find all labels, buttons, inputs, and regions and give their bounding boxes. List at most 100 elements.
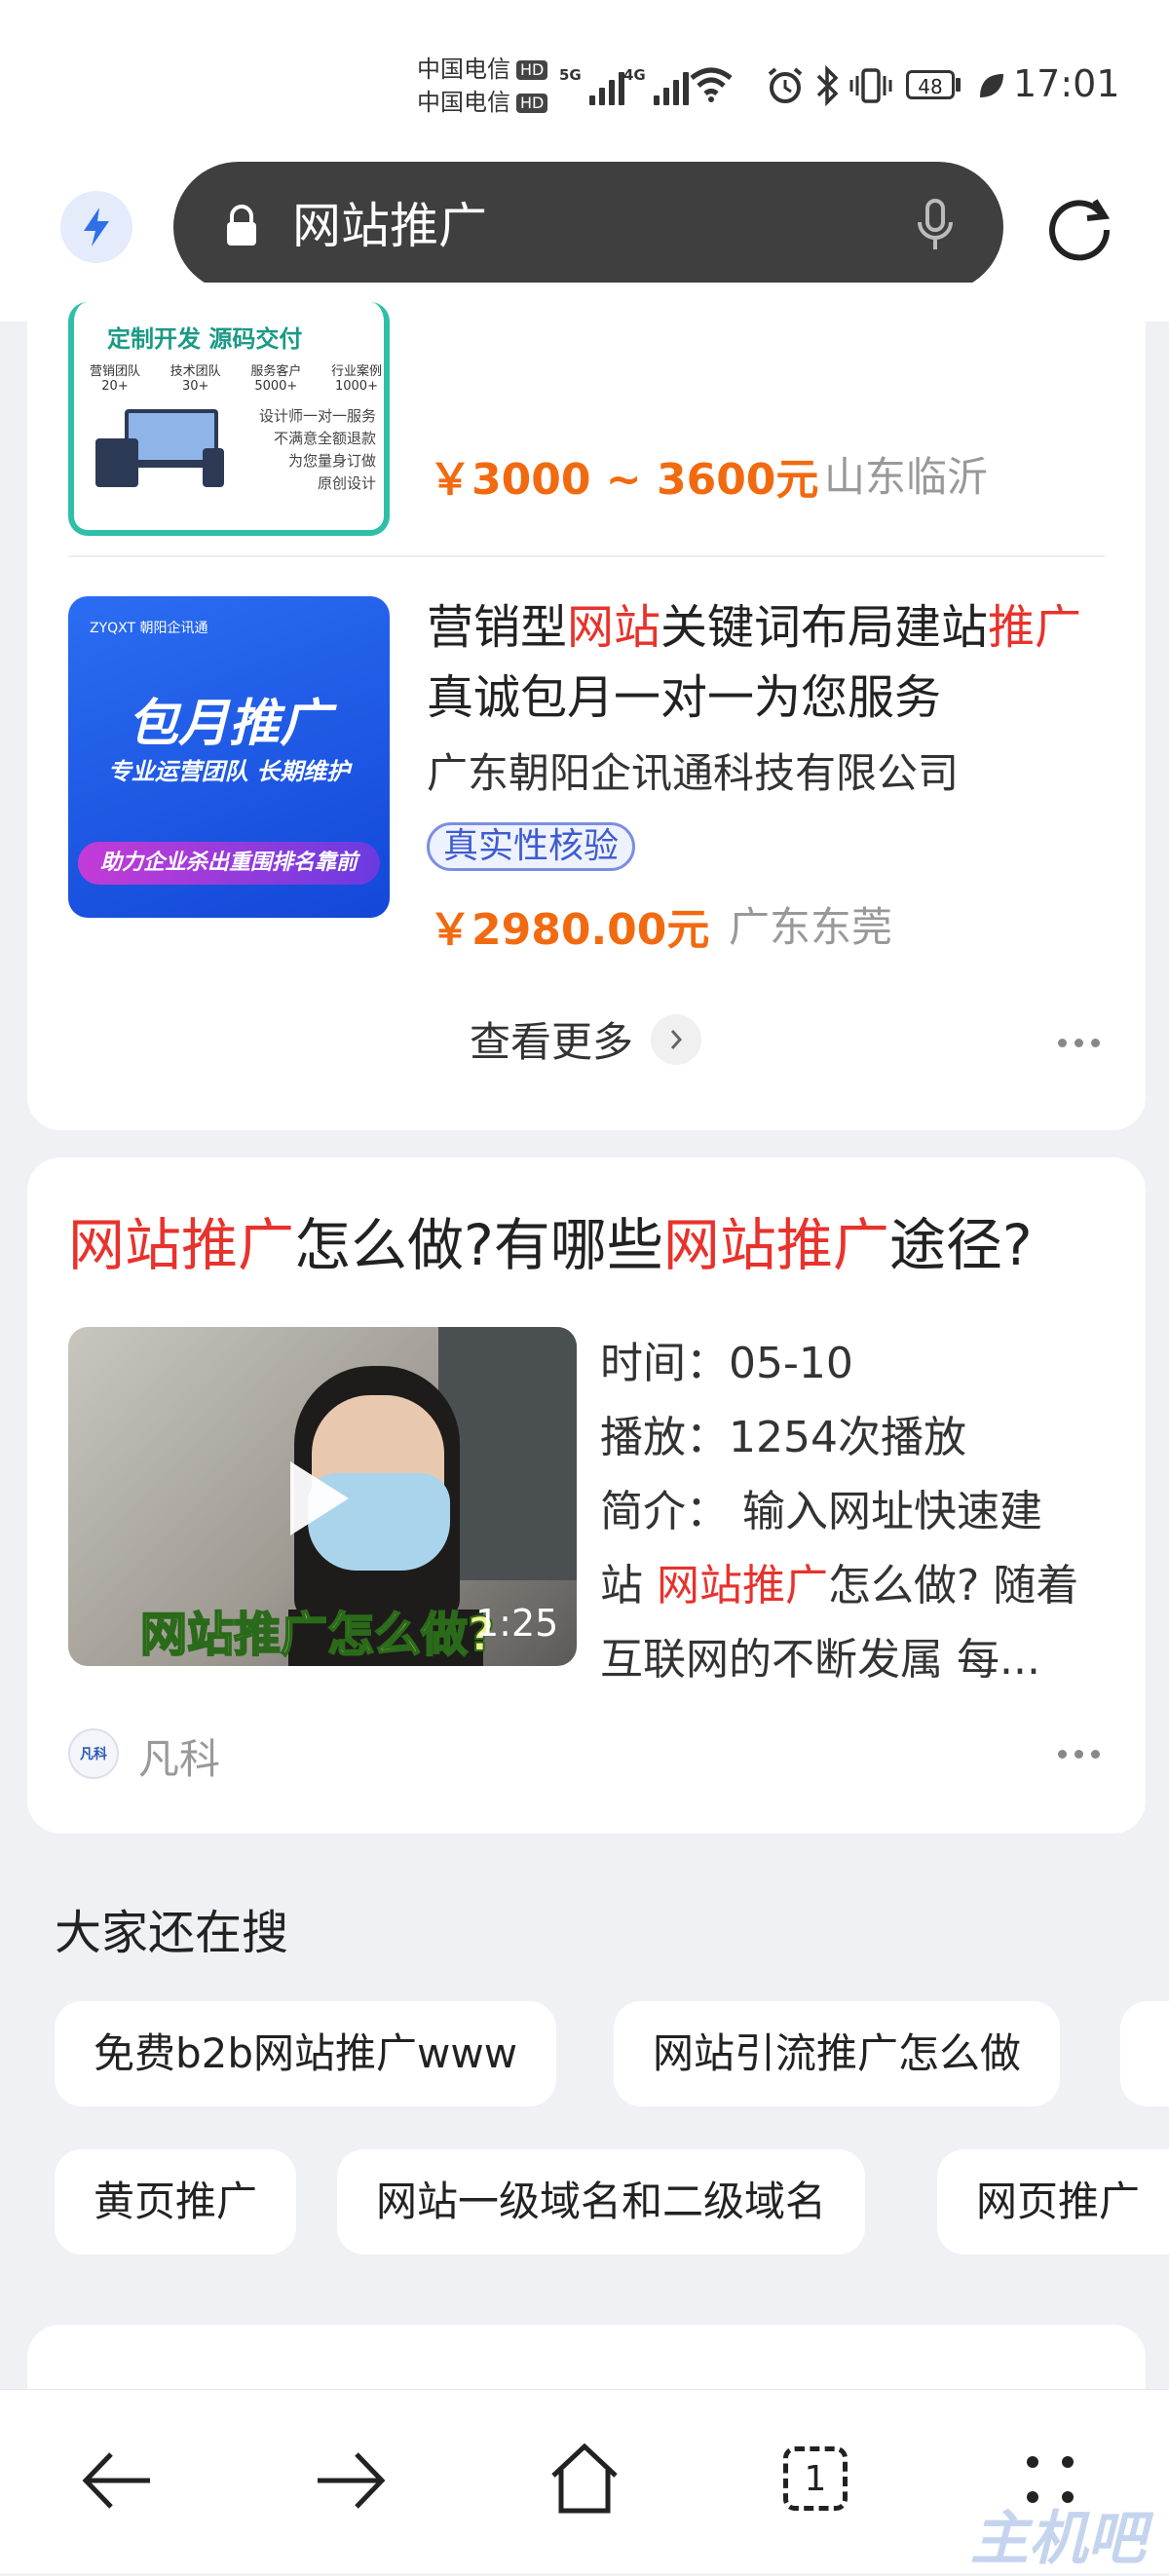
product2-title[interactable]: 营销型网站关键词布局建站推广 真诚包月一对一为您服务 (427, 592, 1128, 733)
watermark: 主机吧 (970, 2505, 1146, 2573)
battery-icon: 48 (906, 70, 955, 99)
intro-text: 简介： 输入网址快速建 (600, 1487, 1042, 1536)
see-more-link[interactable]: 查看更多 (470, 1009, 702, 1069)
bullet: 原创设计 (317, 474, 376, 492)
related-search-item[interactable]: 黄页推广 (55, 2149, 297, 2254)
related-heading: 大家还在搜 (55, 1906, 289, 1960)
product2-image-brand: ZYQXT 朝阳企讯通 (90, 621, 208, 636)
hd-badge-1: HD (516, 60, 548, 80)
product2-company: 广东朝阳企讯通科技有限公司 (427, 749, 960, 797)
tabs-count: 1 (804, 2458, 827, 2499)
search-bar[interactable]: 网站推广 (173, 162, 1003, 292)
video-intro-line: 简介： 输入网址快速建 (600, 1475, 1126, 1549)
tabs-icon[interactable]: 1 (783, 2446, 848, 2511)
net-type-1: 5G (559, 66, 582, 84)
title-text: 怎么做?有哪些 (294, 1212, 663, 1278)
more-options-icon[interactable] (1058, 1039, 1100, 1047)
intro-text: 怎么做? 随着 (828, 1561, 1079, 1610)
video-result-card: 网站推广怎么做?有哪些网站推广途径? 网站推广怎么做? 1:25 时间：05-1… (27, 1157, 1146, 1834)
title-highlight: 网站 (567, 600, 661, 655)
bullet: 设计师一对一服务 (258, 407, 376, 425)
carrier-2: 中国电信 (417, 89, 510, 116)
product2-image-big: 包月推广 (127, 695, 330, 753)
video-title[interactable]: 网站推广怎么做?有哪些网站推广途径? (68, 1210, 1033, 1280)
carrier-1: 中国电信 (417, 56, 510, 83)
hd-badge-2: HD (516, 94, 548, 113)
product1-price: ￥3000 ~ 3600元 (429, 455, 819, 505)
related-search-item[interactable]: 网页推广 (937, 2149, 1169, 2254)
product2-image-sub: 专业运营团队 长期维护 (107, 758, 351, 785)
stat-label: 行业案例 (330, 364, 382, 379)
signal-4g-icon: 4G (623, 66, 689, 105)
back-arrow-icon[interactable] (80, 2448, 154, 2513)
product1-image-bullets: 设计师一对一服务 不满意全额退款 为您量身订做 原创设计 (249, 405, 376, 495)
signal-5g-icon: 5G (559, 66, 624, 105)
bullet: 为您量身订做 (287, 452, 376, 470)
video-intro-line: 站 网站推广怎么做? 随着 (600, 1549, 1126, 1623)
net-type-2: 4G (623, 66, 646, 84)
devices-illustration (95, 409, 242, 493)
product1-image[interactable]: 定制开发 源码交付 营销团队 20+ 技术团队 30+ 服务客户 5000+ 行业案例… (68, 302, 390, 536)
title-text: 途径? (888, 1212, 1033, 1278)
product2-location: 广东东莞 (729, 903, 893, 951)
product2-price: ￥2980.00元 (429, 905, 710, 955)
wifi-icon (690, 67, 733, 102)
product1-image-heading: 定制开发 源码交付 (107, 325, 303, 353)
video-source[interactable]: 凡科 (138, 1726, 220, 1786)
related-search-item[interactable]: 免费b2b网站推广www (55, 2001, 557, 2106)
battery-tip (956, 78, 961, 92)
title-text: 真诚包月一对一为您服务 (427, 670, 942, 725)
stat-value: 5000+ (254, 379, 298, 394)
verified-tag: 真实性核验 (427, 822, 636, 871)
product1-location: 山东临沂 (824, 453, 989, 501)
bullet: 不满意全额退款 (273, 430, 376, 447)
clock: 17:01 (1013, 62, 1120, 105)
stat-value: 20+ (101, 379, 129, 394)
video-thumbnail[interactable]: 网站推广怎么做? 1:25 (68, 1327, 577, 1666)
lock-icon (227, 205, 256, 246)
divider (68, 555, 1105, 557)
related-search-item-partial[interactable] (1120, 2001, 1169, 2106)
source-logo: 凡科 (68, 1728, 119, 1779)
product1-image-stats: 营销团队 20+ 技术团队 30+ 服务客户 5000+ 行业案例 1000+ (90, 360, 382, 394)
play-icon[interactable] (290, 1461, 349, 1535)
title-highlight: 推广 (988, 600, 1082, 655)
forward-arrow-icon[interactable] (314, 2448, 388, 2513)
status-bar: 中国电信 HD 中国电信 HD 5G 4G 48 17:01 (0, 0, 1169, 166)
alarm-icon (768, 67, 803, 103)
more-options-icon[interactable] (1058, 1750, 1100, 1759)
title-text: 营销型 (427, 600, 568, 655)
refresh-icon[interactable] (1042, 191, 1116, 265)
see-more-label: 查看更多 (470, 1018, 634, 1066)
vibrate-icon (849, 68, 892, 103)
thumb-caption: 网站推广怎么做? (139, 1607, 496, 1663)
stat-label: 技术团队 (170, 364, 221, 379)
related-search-item[interactable]: 网站一级域名和二级域名 (337, 2149, 866, 2254)
product-results-card: 定制开发 源码交付 营销团队 20+ 技术团队 30+ 服务客户 5000+ 行业案例… (27, 283, 1146, 1130)
chevron-right-icon (651, 1013, 702, 1065)
title-text: 关键词布局建站 (660, 600, 989, 655)
title-highlight: 网站推广 (662, 1212, 889, 1278)
intro-text: 互联网的不断发属 每... (600, 1635, 1040, 1685)
mic-icon[interactable] (916, 199, 955, 253)
carrier-info: 中国电信 HD 中国电信 HD (417, 53, 548, 119)
title-highlight: 网站推广 (68, 1212, 295, 1278)
stat-value: 30+ (181, 379, 209, 394)
quick-button[interactable] (60, 191, 132, 263)
video-plays: 播放：1254次播放 (600, 1413, 966, 1462)
product2-image-banner: 助力企业杀出重围排名靠前 (78, 842, 380, 885)
home-icon[interactable] (547, 2441, 622, 2515)
bolt-icon (84, 208, 109, 246)
video-intro-line: 互联网的不断发属 每... (600, 1623, 1126, 1697)
search-query[interactable]: 网站推广 (292, 195, 487, 257)
stat-value: 1000+ (334, 379, 378, 394)
related-search-item[interactable]: 网站引流推广怎么做 (614, 2001, 1061, 2106)
bottom-navigation: 1 主机吧 (0, 2389, 1169, 2573)
leaf-icon (980, 74, 1003, 97)
product2-image[interactable]: ZYQXT 朝阳企讯通 包月推广 专业运营团队 长期维护 助力企业杀出重围排名靠… (68, 596, 390, 918)
video-duration: 1:25 (475, 1602, 559, 1645)
video-time: 时间：05-10 (600, 1339, 853, 1388)
intro-highlight: 网站推广 (657, 1561, 828, 1610)
intro-text: 站 (600, 1561, 657, 1610)
bluetooth-icon (816, 64, 839, 107)
